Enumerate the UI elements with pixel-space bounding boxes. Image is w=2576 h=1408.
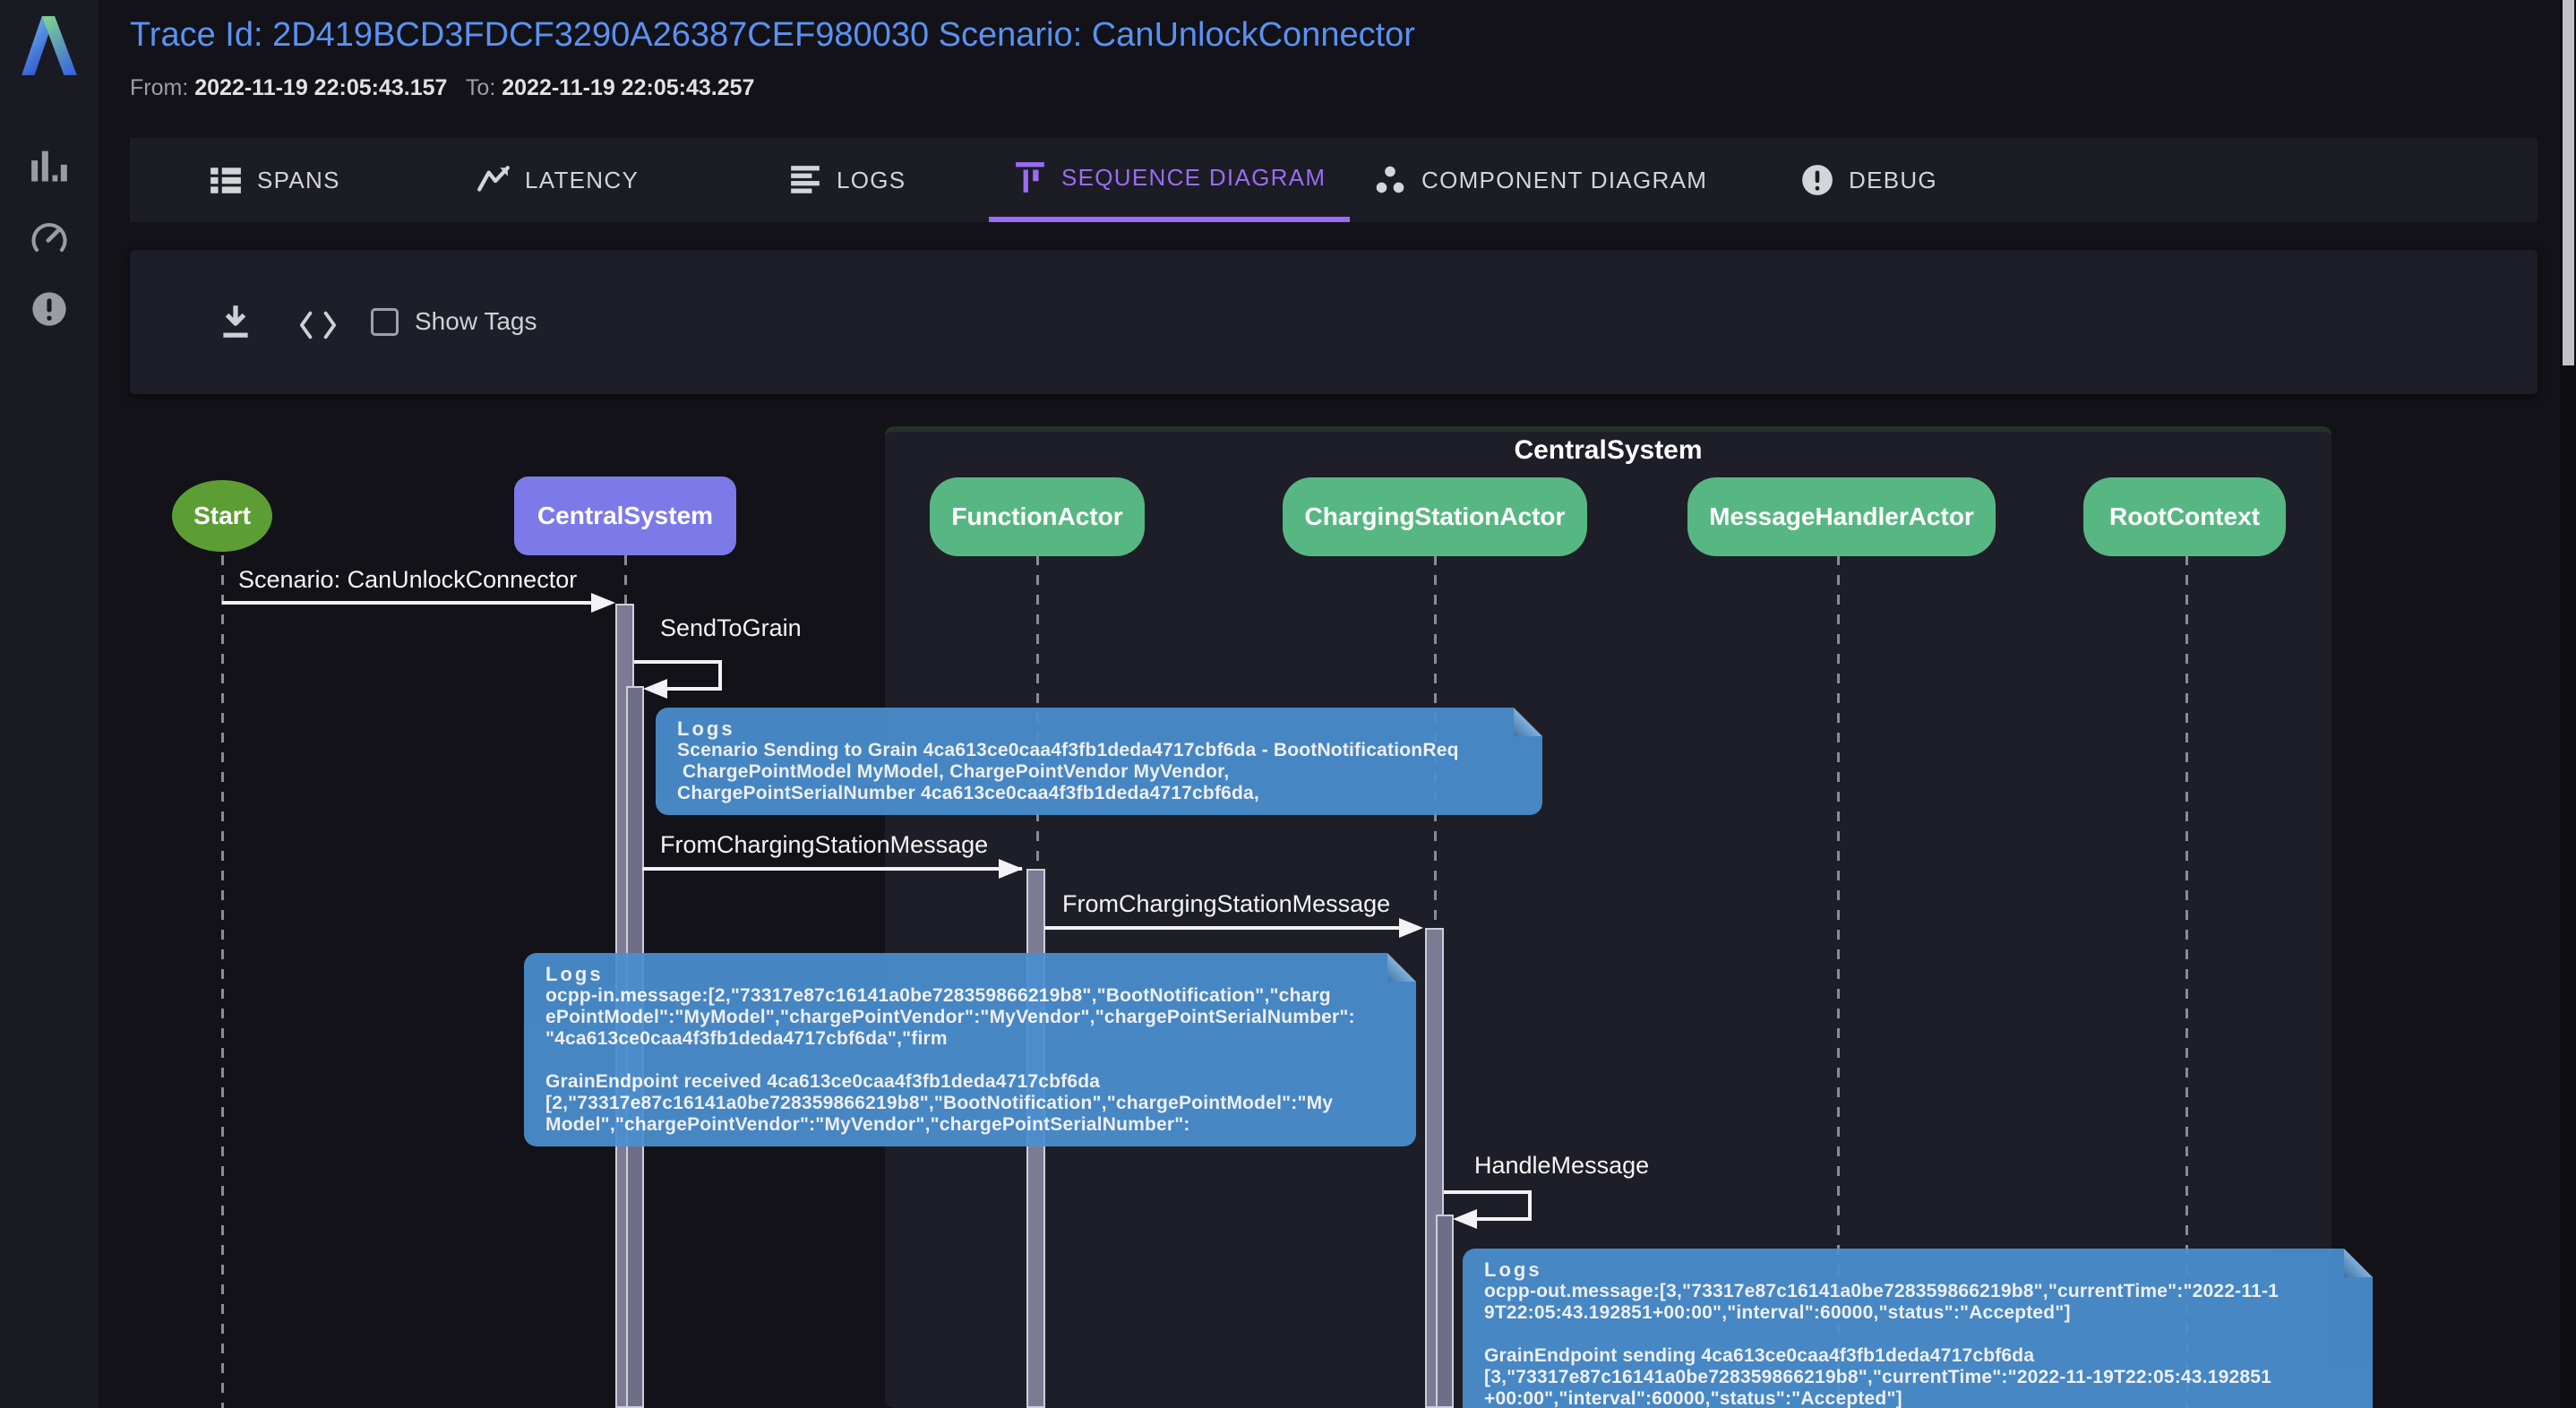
note-body: ocpp-out.message:[3,"73317e87c16141a0be7… xyxy=(1484,1281,2351,1408)
self-message-line xyxy=(718,660,722,691)
group-title: CentralSystem xyxy=(885,435,2331,466)
tab-label: DEBUG xyxy=(1849,167,1937,194)
tab-sequence-diagram[interactable]: SEQUENCE DIAGRAM xyxy=(989,138,1350,222)
code-icon[interactable] xyxy=(299,305,337,345)
tab-label: COMPONENT DIAGRAM xyxy=(1421,167,1707,194)
to-label: To: xyxy=(466,75,495,100)
actor-functionactor: FunctionActor xyxy=(930,477,1145,556)
message-label: HandleMessage xyxy=(1474,1152,1649,1180)
arrowhead-icon xyxy=(999,859,1023,879)
note-title: Logs xyxy=(677,718,1521,740)
message-label: FromChargingStationMessage xyxy=(660,831,988,859)
arrowhead-icon xyxy=(1399,918,1423,938)
message-arrow-line xyxy=(222,601,597,605)
note-body: Scenario Sending to Grain 4ca613ce0caa4f… xyxy=(677,740,1521,804)
tabs-bar: SPANS LATENCY LOGS SEQUENCE DIAGRAM xyxy=(130,138,2537,222)
self-message-line xyxy=(665,687,722,691)
debug-icon xyxy=(1800,163,1834,197)
actor-label: FunctionActor xyxy=(951,502,1122,531)
alert-icon[interactable] xyxy=(30,290,68,328)
app-logo-icon[interactable] xyxy=(14,11,84,81)
tab-debug[interactable]: DEBUG xyxy=(1800,138,1937,222)
log-note: Logs Scenario Sending to Grain 4ca613ce0… xyxy=(656,708,1542,815)
tab-logs[interactable]: LOGS xyxy=(788,138,906,222)
scrollbar-thumb[interactable] xyxy=(2563,0,2574,365)
self-message-line xyxy=(1528,1190,1532,1221)
actor-label: CentralSystem xyxy=(537,502,713,530)
message-label: FromChargingStationMessage xyxy=(1062,890,1390,918)
latency-icon xyxy=(477,163,511,197)
to-value: 2022-11-19 22:05:43.257 xyxy=(502,75,754,100)
from-label: From: xyxy=(130,75,188,100)
arrowhead-icon xyxy=(643,679,667,699)
actor-rootcontext: RootContext xyxy=(2083,477,2286,556)
log-note: Logs ocpp-in.message:[2,"73317e87c16141a… xyxy=(524,953,1416,1146)
self-message-line xyxy=(1444,1190,1532,1194)
actor-label: MessageHandlerActor xyxy=(1709,502,1974,531)
log-note: Logs ocpp-out.message:[3,"73317e87c16141… xyxy=(1463,1249,2373,1408)
message-arrow-line xyxy=(642,867,1022,871)
tab-label: LATENCY xyxy=(525,167,639,194)
message-label: SendToGrain xyxy=(660,614,802,642)
tab-label: SEQUENCE DIAGRAM xyxy=(1061,164,1326,192)
actor-label: RootContext xyxy=(2109,502,2260,531)
arrowhead-icon xyxy=(591,593,615,613)
actor-label: Start xyxy=(193,502,251,530)
actor-messagehandleractor: MessageHandlerActor xyxy=(1687,477,1996,556)
tab-latency[interactable]: LATENCY xyxy=(477,138,639,222)
logs-icon xyxy=(788,163,822,197)
trace-page: Trace Id: 2D419BCD3FDCF3290A26387CEF9800… xyxy=(0,0,2576,1408)
actor-centralsystem: CentralSystem xyxy=(514,476,736,555)
download-icon[interactable] xyxy=(217,302,254,341)
message-arrow-line xyxy=(1044,926,1403,930)
show-tags-label[interactable]: Show Tags xyxy=(415,307,537,336)
gauge-icon[interactable] xyxy=(30,219,68,256)
show-tags-checkbox[interactable] xyxy=(371,308,399,336)
spans-icon xyxy=(209,163,243,197)
actor-chargingstationactor: ChargingStationActor xyxy=(1283,477,1587,556)
note-title: Logs xyxy=(1484,1259,2351,1281)
note-title: Logs xyxy=(545,964,1395,985)
actor-start: Start xyxy=(172,480,272,552)
trace-time-range: From: 2022-11-19 22:05:43.157 To: 2022-1… xyxy=(130,75,767,101)
lifeline-start xyxy=(221,555,224,1408)
arrowhead-icon xyxy=(1453,1209,1477,1229)
tab-spans[interactable]: SPANS xyxy=(209,138,340,222)
page-title: Trace Id: 2D419BCD3FDCF3290A26387CEF9800… xyxy=(130,16,1415,55)
tab-label: SPANS xyxy=(257,167,340,194)
actor-label: ChargingStationActor xyxy=(1305,502,1566,531)
scrollbar-track[interactable] xyxy=(2560,0,2576,1408)
self-message-line xyxy=(634,660,722,664)
note-body: ocpp-in.message:[2,"73317e87c16141a0be72… xyxy=(545,985,1395,1136)
tab-component-diagram[interactable]: COMPONENT DIAGRAM xyxy=(1373,138,1707,222)
diagram-toolbar: Show Tags xyxy=(130,250,2537,394)
sidebar xyxy=(0,0,99,1408)
sequence-diagram-icon xyxy=(1013,160,1047,194)
bar-chart-icon[interactable] xyxy=(30,147,68,185)
activation-bar-chargingstationactor-nested xyxy=(1436,1215,1454,1408)
message-label: Scenario: CanUnlockConnector xyxy=(238,566,577,594)
from-value: 2022-11-19 22:05:43.157 xyxy=(194,75,447,100)
component-diagram-icon xyxy=(1373,163,1407,197)
self-message-line xyxy=(1474,1217,1532,1221)
tab-label: LOGS xyxy=(837,167,906,194)
